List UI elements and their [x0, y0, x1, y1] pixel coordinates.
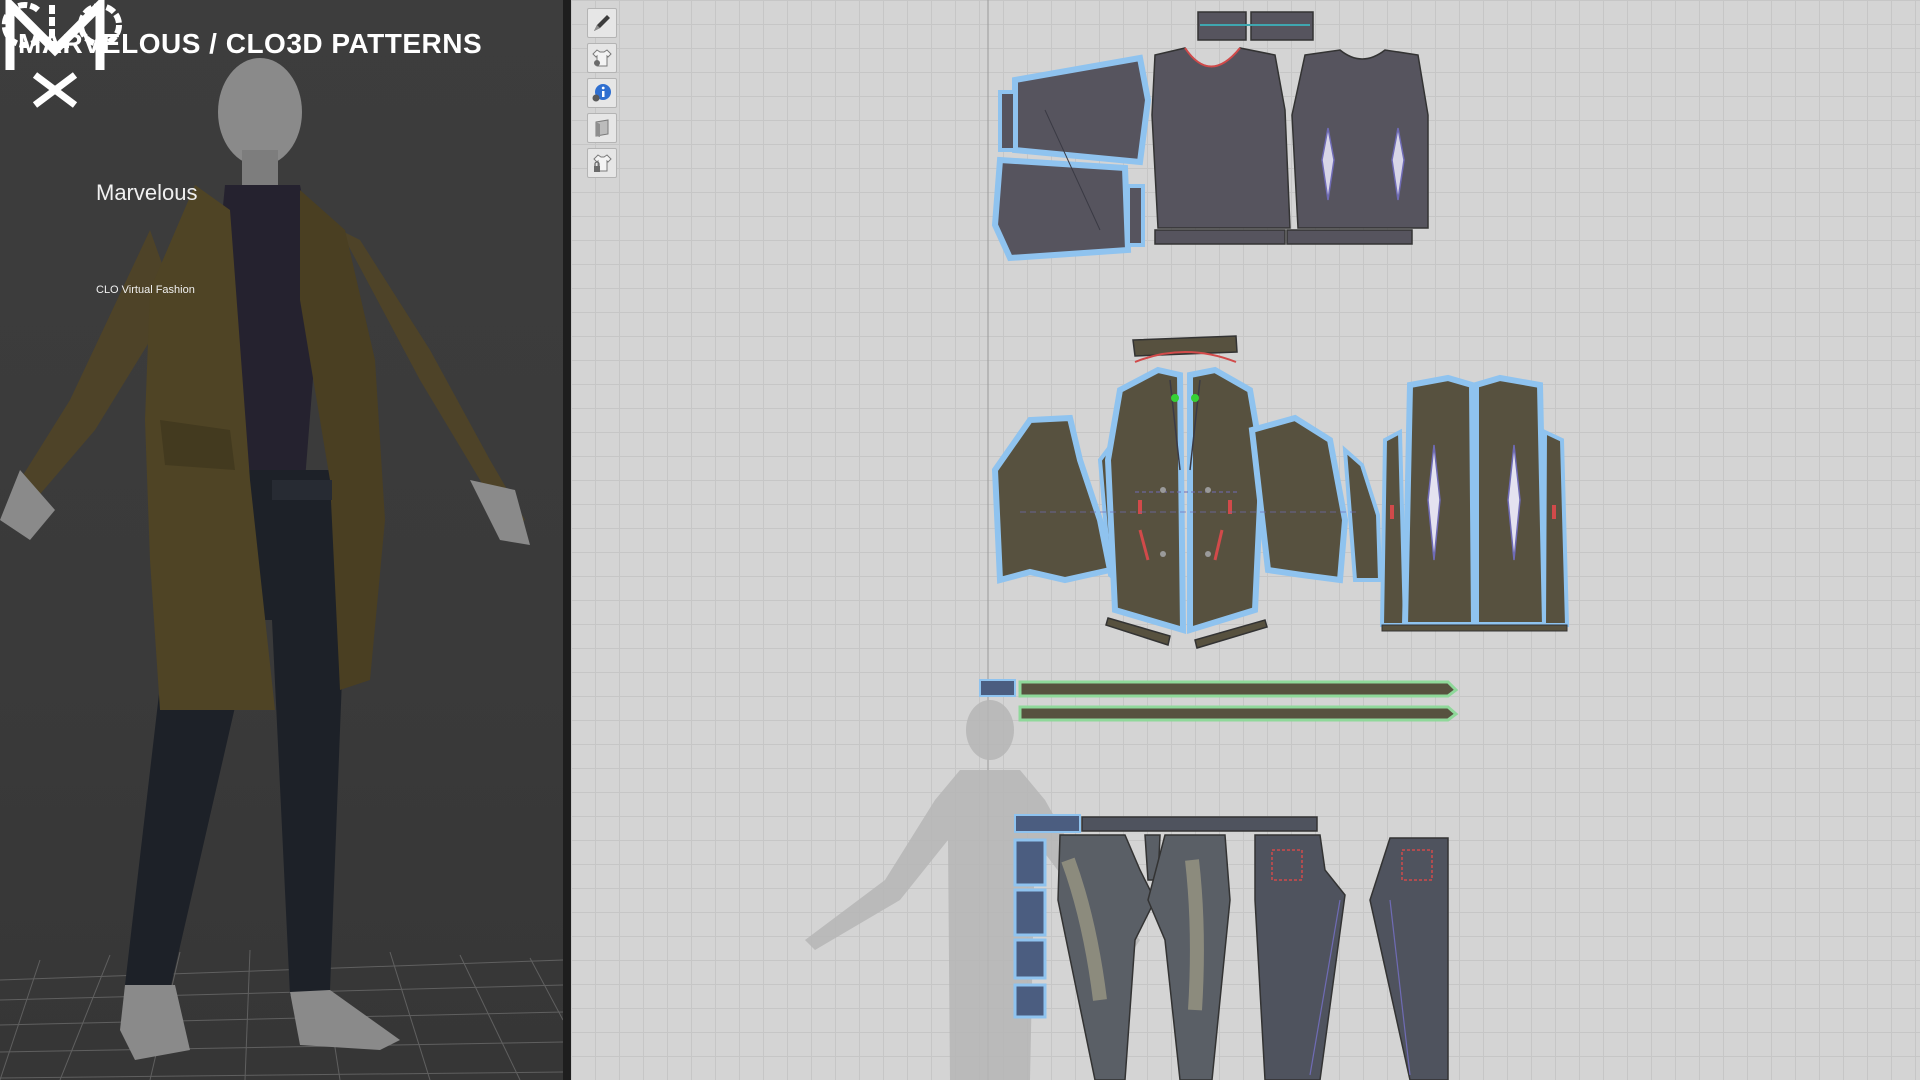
coat-side-panel[interactable] [1379, 428, 1408, 627]
pen-icon [594, 15, 610, 31]
shirt-cuff-piece[interactable] [998, 90, 1017, 152]
shirt-hem-band[interactable] [1286, 229, 1413, 245]
3d-viewport[interactable]: MARVELOUS / CLO3D PATTERNS Marvelous CLO… [0, 0, 563, 1080]
coat-front-right-piece[interactable] [1187, 366, 1266, 635]
lock-garment-button[interactable] [587, 148, 617, 178]
pants-belt-loop[interactable] [1013, 888, 1047, 937]
pants-back-left-piece[interactable] [1254, 834, 1346, 1080]
texture-button[interactable] [587, 113, 617, 143]
pattern-info-button[interactable] [587, 78, 617, 108]
coat-belt-piece[interactable] [1018, 705, 1459, 722]
pants-belt-loop[interactable] [1013, 838, 1047, 887]
info-icon [592, 84, 611, 102]
shirt-back-piece[interactable] [1291, 49, 1429, 229]
coat-pattern-group[interactable] [991, 335, 1570, 649]
belt-pattern-group[interactable] [979, 679, 1459, 722]
pants-pattern-group[interactable] [1013, 814, 1449, 1080]
pattern-canvas[interactable] [571, 0, 1920, 1080]
lock-garment-icon [593, 154, 612, 172]
pants-waistband-left[interactable] [1014, 814, 1081, 833]
avatar-3d-render [0, 58, 563, 1080]
2d-window-toolbar [587, 8, 619, 183]
coat-front-left-piece[interactable] [1104, 366, 1187, 635]
shirt-sleeve-piece[interactable] [1012, 54, 1152, 166]
coat-sleeve-piece[interactable] [1248, 414, 1349, 584]
show-garment-button[interactable] [587, 43, 617, 73]
belt-loop-strip[interactable] [979, 679, 1016, 697]
coat-belt-piece[interactable] [1018, 680, 1459, 698]
clo-logo-label: CLO Virtual Fashion [96, 284, 195, 296]
texture-icon [595, 119, 609, 137]
shirt-front-piece[interactable] [1151, 47, 1291, 229]
garment-show-icon [592, 49, 612, 67]
pen-tool-button[interactable] [587, 8, 617, 38]
shirt-cuff-piece[interactable] [1126, 184, 1145, 247]
pants-waistband[interactable] [1081, 816, 1318, 832]
pants-back-right-piece[interactable] [1369, 837, 1449, 1080]
coat-sleeve-piece[interactable] [991, 414, 1114, 584]
coat-undersleeve-piece[interactable] [1342, 445, 1383, 582]
shirt-hem-band[interactable] [1154, 229, 1286, 245]
shirt-sleeve-piece[interactable] [991, 156, 1132, 262]
2d-pattern-window[interactable] [571, 0, 1920, 1080]
shirt-pattern-group[interactable] [991, 11, 1429, 262]
pants-belt-loop[interactable] [1013, 983, 1047, 1019]
viewport-divider[interactable] [563, 0, 571, 1080]
coat-side-panel[interactable] [1541, 428, 1570, 627]
marvelous-logo-label: Marvelous [96, 180, 198, 205]
pants-belt-loop[interactable] [1013, 938, 1047, 980]
clo-logo [1, 2, 122, 48]
